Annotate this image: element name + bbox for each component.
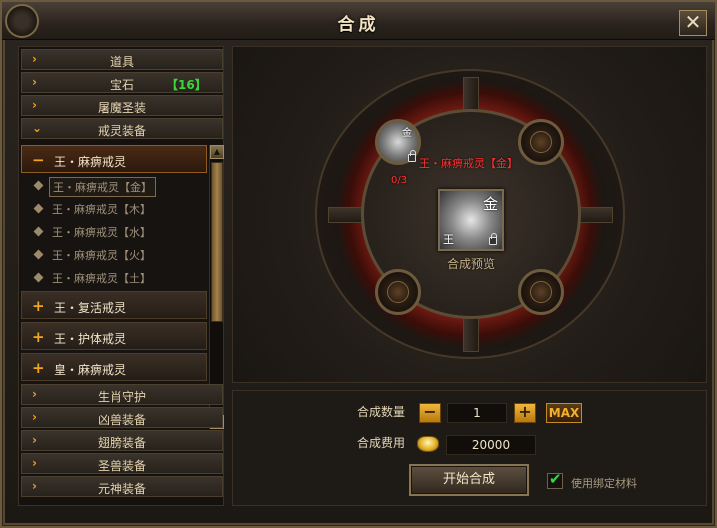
category-item-beast[interactable]: › 凶兽装备: [21, 407, 223, 428]
lock-icon: [489, 233, 497, 245]
diamond-bullet-icon: [33, 226, 44, 237]
plus-icon: +: [32, 328, 45, 346]
gold-ingot-icon: [417, 436, 439, 452]
material-slot-4[interactable]: [518, 269, 564, 315]
category-label: 翅膀装备: [97, 436, 146, 450]
rank-tag: 王: [443, 233, 454, 246]
quantity-input[interactable]: 1: [447, 403, 507, 423]
subgroup-label: 皇・麻痹戒灵: [54, 363, 127, 377]
lock-icon: [408, 150, 416, 162]
material-slot-1[interactable]: 金: [375, 119, 421, 165]
quantity-label: 合成数量: [357, 405, 406, 419]
category-item-wings[interactable]: › 翅膀装备: [21, 430, 223, 451]
synthesis-area: 金 王・麻痹戒灵【金】 0/3 金 王 合成预览: [232, 46, 707, 383]
category-item-zodiac[interactable]: › 生肖守护: [21, 384, 223, 405]
use-bound-materials-checkbox[interactable]: ✔: [547, 470, 563, 489]
category-label: 圣兽装备: [97, 459, 146, 473]
subgroup-paralysis-king[interactable]: − 王・麻痹戒灵: [21, 145, 207, 173]
use-bound-materials-label: 使用绑定材料: [571, 477, 637, 490]
list-item-fire[interactable]: 王・麻痹戒灵【火】: [21, 244, 207, 266]
category-label: 戒灵装备: [97, 124, 146, 138]
material-name-label: 王・麻痹戒灵【金】: [419, 157, 518, 170]
decrease-quantity-button[interactable]: −: [419, 403, 441, 423]
subgroup-paralysis-emperor[interactable]: + 皇・麻痹戒灵: [21, 353, 207, 381]
material-count: 0/3: [391, 175, 408, 186]
item-label: 王・麻痹戒灵【土】: [52, 272, 151, 285]
category-item-ring-spirit[interactable]: ⌄ 戒灵装备: [21, 118, 223, 139]
diamond-bullet-icon: [33, 249, 44, 260]
scroll-up-arrow-icon[interactable]: ▲: [210, 145, 224, 159]
category-label: 屠魔圣装: [97, 101, 146, 115]
item-label: 王・麻痹戒灵【木】: [52, 203, 151, 216]
subgroup-revive-king[interactable]: + 王・复活戒灵: [21, 291, 207, 319]
category-item-props[interactable]: › 道具: [21, 49, 223, 70]
max-quantity-button[interactable]: MAX: [546, 403, 582, 423]
diamond-bullet-icon: [33, 272, 44, 283]
synthesis-window: 合成 ✕ › 道具 › 宝石 【16】 › 屠魔圣装 ⌄ 戒灵装备 − 王・麻痹…: [0, 0, 717, 528]
category-item-gems[interactable]: › 宝石 【16】: [21, 72, 223, 93]
list-item-earth[interactable]: 王・麻痹戒灵【土】: [21, 267, 207, 289]
plus-icon: +: [32, 359, 45, 377]
item-label: 王・麻痹戒灵【金】: [49, 177, 156, 197]
category-label: 元神装备: [97, 482, 146, 496]
material-slot-2[interactable]: [518, 119, 564, 165]
synthesis-controls: 合成数量 − 1 + MAX 合成费用 20000 开始合成 ✔ 使用绑定材料: [232, 390, 707, 506]
category-item-demon-gear[interactable]: › 屠魔圣装: [21, 95, 223, 116]
scroll-thumb[interactable]: [211, 162, 223, 322]
check-icon: ✔: [549, 470, 562, 488]
subgroup-label: 王・复活戒灵: [54, 301, 127, 315]
item-label: 王・麻痹戒灵【水】: [52, 226, 151, 239]
item-label: 王・麻痹戒灵【火】: [52, 249, 151, 262]
subgroup-label: 王・护体戒灵: [54, 332, 127, 346]
list-item-wood[interactable]: 王・麻痹戒灵【木】: [21, 198, 207, 220]
plus-icon: +: [32, 297, 45, 315]
category-label: 道具: [109, 55, 134, 69]
element-tag: 金: [482, 195, 498, 213]
cost-value: 20000: [446, 435, 536, 455]
element-tag: 金: [402, 128, 412, 139]
category-label: 生肖守护: [97, 390, 146, 404]
start-synthesis-button[interactable]: 开始合成: [409, 464, 529, 496]
list-item-water[interactable]: 王・麻痹戒灵【水】: [21, 221, 207, 243]
subgroup-guard-king[interactable]: + 王・护体戒灵: [21, 322, 207, 350]
increase-quantity-button[interactable]: +: [514, 403, 536, 423]
subgroup-label: 王・麻痹戒灵: [54, 155, 127, 169]
preview-label: 合成预览: [446, 257, 495, 271]
category-list: › 道具 › 宝石 【16】 › 屠魔圣装 ⌄ 戒灵装备 − 王・麻痹戒灵 王・…: [18, 46, 224, 506]
cost-label: 合成费用: [357, 436, 406, 450]
category-item-spirit[interactable]: › 元神装备: [21, 476, 223, 497]
title-bar[interactable]: 合成 ✕: [2, 2, 715, 40]
diamond-bullet-icon: [33, 180, 44, 191]
material-slot-3[interactable]: [375, 269, 421, 315]
category-label: 凶兽装备: [97, 413, 146, 427]
gem-count-badge: 【16】: [166, 78, 207, 92]
beast-face-icon: [387, 281, 409, 303]
list-item-gold[interactable]: 王・麻痹戒灵【金】: [21, 175, 207, 197]
category-item-holy-beast[interactable]: › 圣兽装备: [21, 453, 223, 474]
window-title: 合成: [337, 15, 380, 35]
beast-face-icon: [530, 281, 552, 303]
close-button[interactable]: ✕: [679, 10, 707, 36]
preview-item[interactable]: 金 王: [438, 189, 504, 251]
minus-icon: −: [32, 151, 45, 169]
diamond-bullet-icon: [33, 203, 44, 214]
beast-face-icon: [530, 131, 552, 153]
